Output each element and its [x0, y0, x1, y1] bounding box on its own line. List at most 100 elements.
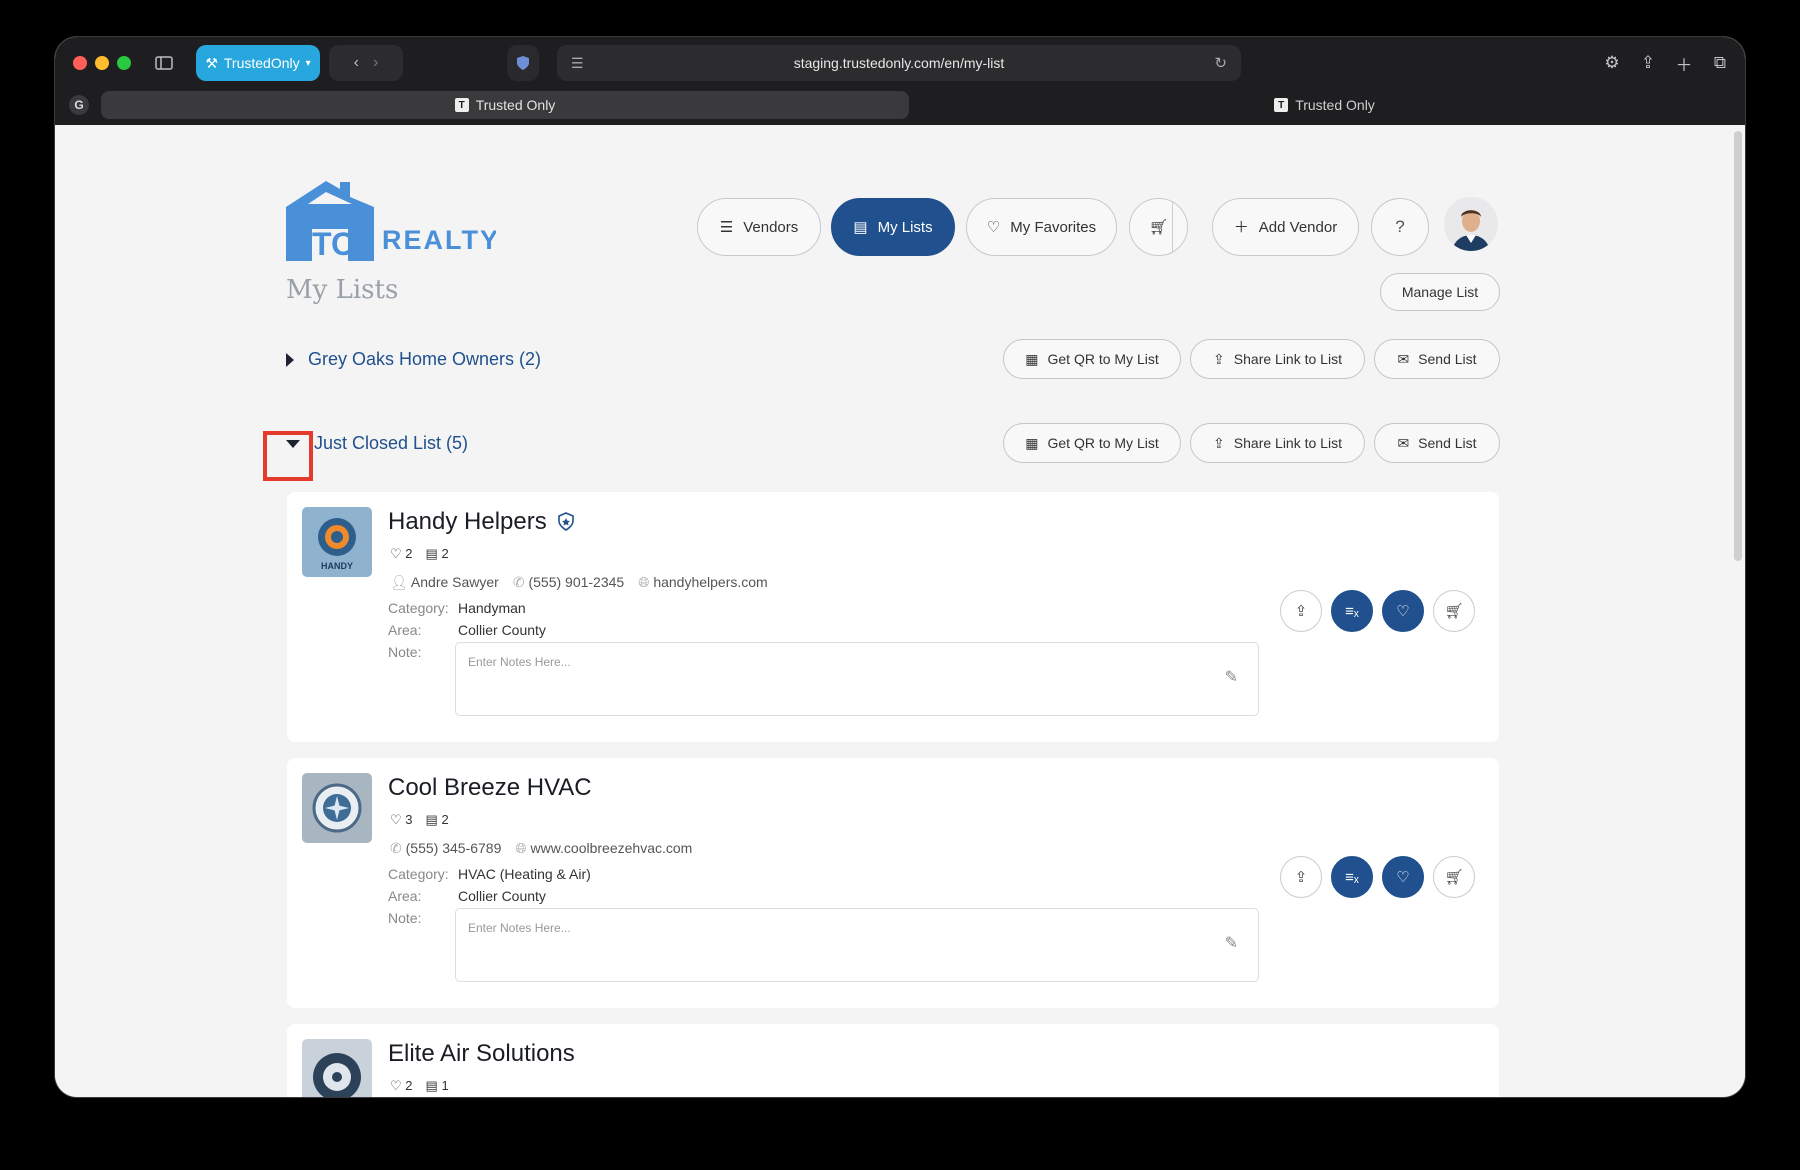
lists-count: ▤ 1	[426, 1078, 449, 1094]
category-value: Handyman	[458, 600, 526, 616]
website-link[interactable]: handyhelpers.com	[653, 574, 767, 590]
tab-title: Trusted Only	[1295, 97, 1375, 113]
send-list-button[interactable]: ✉ Send List	[1374, 423, 1500, 463]
note-label: Note:	[388, 910, 422, 926]
likes-count: ♡ 2	[390, 546, 413, 562]
my-lists-nav-button[interactable]: ▤ My Lists	[831, 198, 955, 256]
vendor-name-text[interactable]: Cool Breeze HVAC	[388, 774, 592, 802]
contact-name: Andre Sawyer	[410, 574, 499, 590]
minimize-window-button[interactable]	[95, 56, 109, 70]
vendor-logo-image	[302, 1039, 372, 1097]
vendor-name-text[interactable]: Elite Air Solutions	[388, 1040, 575, 1068]
favorite-button[interactable]: ♡	[1382, 856, 1424, 898]
tab-trusted-only[interactable]: T Trusted Only	[917, 91, 1732, 119]
trustedonly-favicon-icon: T	[454, 98, 469, 112]
contact-website[interactable]: 🌐︎ www.coolbreezehvac.com	[515, 840, 692, 857]
contact-person: 👤︎ Andre Sawyer	[390, 574, 499, 591]
share-link-button[interactable]: ⇪ Share Link to List	[1190, 423, 1365, 463]
cart-button[interactable]: 🛒︎	[1129, 198, 1188, 256]
browser-profile-button[interactable]: ⚒ TrustedOnly ▾	[196, 45, 320, 81]
vendor-name[interactable]: Elite Air Solutions	[388, 1040, 575, 1068]
likes-value: 2	[405, 546, 413, 561]
zoom-window-button[interactable]	[117, 56, 131, 70]
share-vendor-button[interactable]: ⇪	[1280, 590, 1322, 632]
list-icon: ▤	[425, 546, 438, 561]
my-favorites-nav-button[interactable]: ♡ My Favorites	[966, 198, 1117, 256]
get-qr-button[interactable]: ▦ Get QR to My List	[1003, 423, 1181, 463]
share-icon[interactable]: ⇪	[1635, 45, 1661, 81]
share-vendor-button[interactable]: ⇪	[1280, 856, 1322, 898]
pencil-icon[interactable]: ✎	[1225, 933, 1238, 953]
area-row: Area: Collier County	[388, 622, 546, 638]
category-row: Category: HVAC (Heating & Air)	[388, 866, 591, 882]
reload-icon[interactable]: ↻	[1214, 54, 1227, 72]
scrollbar[interactable]	[1734, 131, 1742, 561]
share-icon: ⇪	[1294, 869, 1308, 886]
list-remove-icon: ≡ₓ	[1345, 602, 1359, 620]
vendor-name[interactable]: Cool Breeze HVAC	[388, 774, 592, 802]
area-value: Collier County	[458, 888, 546, 904]
list-title[interactable]: Just Closed List (5)	[314, 433, 468, 454]
tab-title: Trusted Only	[475, 97, 556, 113]
vendor-name-text[interactable]: Handy Helpers	[388, 508, 547, 536]
note-label: Note:	[388, 644, 422, 660]
sidebar-toggle-button[interactable]	[147, 45, 181, 81]
list-icon: ▤	[425, 1078, 438, 1093]
highlight-box	[263, 431, 313, 481]
tab-trusted-only-active[interactable]: T Trusted Only	[101, 91, 909, 119]
address-bar[interactable]: ☰ staging.trustedonly.com/en/my-list ↻	[557, 45, 1241, 81]
user-avatar[interactable]	[1444, 197, 1498, 251]
website-link[interactable]: www.coolbreezehvac.com	[530, 840, 692, 856]
phone-number[interactable]: (555) 901-2345	[528, 574, 624, 590]
add-to-cart-button[interactable]: 🛒︎	[1433, 856, 1475, 898]
manage-list-button[interactable]: Manage List	[1380, 273, 1500, 311]
vendor-stats: ♡ 2 ▤ 2	[390, 546, 449, 562]
shield-icon	[517, 56, 529, 70]
vendor-card-cool-breeze: Cool Breeze HVAC ♡ 3 ▤ 2 ✆ (555) 345-678…	[287, 758, 1499, 1008]
tab-overview-icon[interactable]: ⧉	[1707, 45, 1733, 81]
contact-website[interactable]: 🌐︎ handyhelpers.com	[638, 574, 768, 591]
vendor-actions: ⇪ ≡ₓ ♡ 🛒︎	[1280, 590, 1475, 632]
help-button[interactable]: ?	[1371, 198, 1429, 256]
share-link-label: Share Link to List	[1233, 435, 1342, 451]
password-manager-button[interactable]	[507, 45, 539, 81]
tab-bar: G T Trusted Only T Trusted Only	[55, 89, 1745, 121]
pencil-icon[interactable]: ✎	[1225, 667, 1238, 687]
contact-phone[interactable]: ✆ (555) 901-2345	[513, 574, 624, 591]
note-input[interactable]: Enter Notes Here... ✎	[455, 908, 1259, 982]
share-link-button[interactable]: ⇪ Share Link to List	[1190, 339, 1365, 379]
vendors-nav-button[interactable]: ☰ Vendors	[697, 198, 821, 256]
add-to-cart-button[interactable]: 🛒︎	[1433, 590, 1475, 632]
note-input[interactable]: Enter Notes Here... ✎	[455, 642, 1259, 716]
phone-number[interactable]: (555) 345-6789	[406, 840, 502, 856]
trustedonly-favicon-icon: T	[1274, 98, 1289, 112]
phone-icon: ✆	[390, 840, 402, 856]
add-vendor-button[interactable]: ＋ Add Vendor	[1212, 198, 1359, 256]
get-qr-button[interactable]: ▦ Get QR to My List	[1003, 339, 1181, 379]
close-window-button[interactable]	[73, 56, 87, 70]
qr-code-icon: ▦	[1025, 434, 1039, 451]
list-title[interactable]: Grey Oaks Home Owners (2)	[308, 349, 541, 370]
contact-phone[interactable]: ✆ (555) 345-6789	[390, 840, 501, 857]
list-header-just-closed[interactable]: Just Closed List (5)	[286, 433, 468, 454]
remove-from-list-button[interactable]: ≡ₓ	[1331, 856, 1373, 898]
page-menu-icon[interactable]: ☰	[571, 55, 584, 72]
gear-icon[interactable]: ⚙	[1599, 45, 1625, 81]
favorite-button[interactable]: ♡	[1382, 590, 1424, 632]
get-qr-label: Get QR to My List	[1047, 351, 1159, 367]
remove-from-list-button[interactable]: ≡ₓ	[1331, 590, 1373, 632]
caret-right-icon[interactable]	[286, 352, 294, 367]
page-title: My Lists	[286, 275, 399, 305]
vendor-name[interactable]: Handy Helpers	[388, 508, 575, 536]
globe-icon: 🌐︎	[515, 840, 527, 856]
back-arrow-icon[interactable]: ‹	[354, 54, 359, 72]
new-tab-icon[interactable]: ＋	[1671, 45, 1697, 81]
list-header-grey-oaks[interactable]: Grey Oaks Home Owners (2)	[286, 349, 541, 370]
forward-arrow-icon[interactable]: ›	[373, 54, 378, 72]
lists-value: 1	[441, 1078, 449, 1093]
cart-plus-icon: 🛒︎	[1444, 869, 1464, 886]
send-list-button[interactable]: ✉ Send List	[1374, 339, 1500, 379]
vendor-stats: ♡ 3 ▤ 2	[390, 812, 449, 828]
likes-count: ♡ 2	[390, 1078, 413, 1094]
vendor-logo-image	[302, 773, 372, 843]
